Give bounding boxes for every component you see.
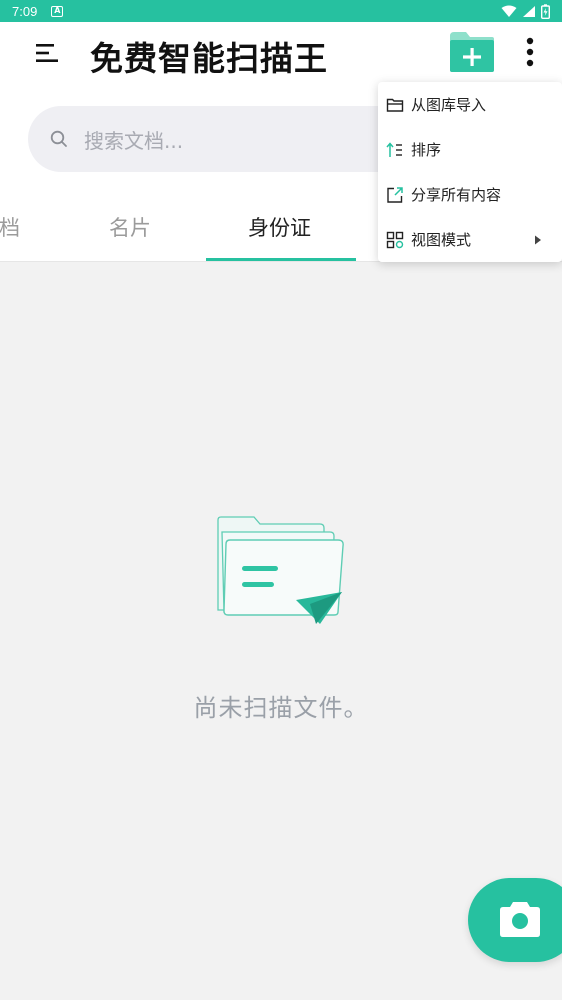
tab-documents[interactable]: 文档	[0, 212, 20, 242]
folder-open-icon	[386, 98, 404, 112]
menu-item-label: 排序	[411, 141, 442, 159]
add-folder-icon[interactable]	[448, 30, 496, 74]
search-placeholder: 搜索文档...	[84, 128, 184, 153]
grid-view-icon	[386, 231, 404, 248]
screen: 7:09 A 免费智能扫描王 搜索文档... 档 名片 身份证 尚未扫描文件。 …	[0, 0, 562, 1000]
status-time: 7:09	[12, 3, 38, 19]
menu-item-label: 从图库导入	[411, 96, 487, 114]
chevron-right-icon	[535, 235, 541, 244]
tab-business-cards[interactable]: 名片	[109, 212, 151, 242]
signal-icon	[523, 5, 535, 17]
menu-item-label: 分享所有内容	[411, 186, 502, 204]
menu-item-view-mode[interactable]: 视图模式	[378, 217, 562, 262]
hamburger-menu-icon[interactable]	[34, 42, 60, 64]
app-title: 免费智能扫描王	[90, 39, 328, 78]
scan-camera-button[interactable]	[468, 878, 562, 962]
menu-item-label: 视图模式	[411, 231, 472, 249]
share-external-icon	[387, 186, 403, 203]
notification-a-icon: A	[51, 5, 64, 17]
more-options-icon[interactable]	[520, 36, 540, 70]
status-icons	[501, 3, 550, 19]
tab-id-card[interactable]: 身份证	[248, 212, 311, 242]
camera-icon	[500, 902, 540, 937]
sort-icon	[386, 141, 402, 157]
empty-folder-illustration	[217, 516, 344, 624]
menu-item-sort[interactable]: 排序	[378, 127, 562, 172]
search-icon	[50, 130, 67, 147]
status-bar: 7:09 A	[0, 0, 562, 22]
menu-item-import-gallery[interactable]: 从图库导入	[378, 82, 562, 127]
empty-state-message: 尚未扫描文件。	[193, 694, 369, 722]
wifi-icon	[501, 5, 517, 17]
search-input[interactable]: 搜索文档...	[28, 106, 428, 172]
battery-icon	[541, 3, 550, 19]
overflow-menu: 从图库导入 排序 分享所有内容 视图模式	[378, 82, 562, 262]
menu-item-share-all[interactable]: 分享所有内容	[378, 172, 562, 217]
